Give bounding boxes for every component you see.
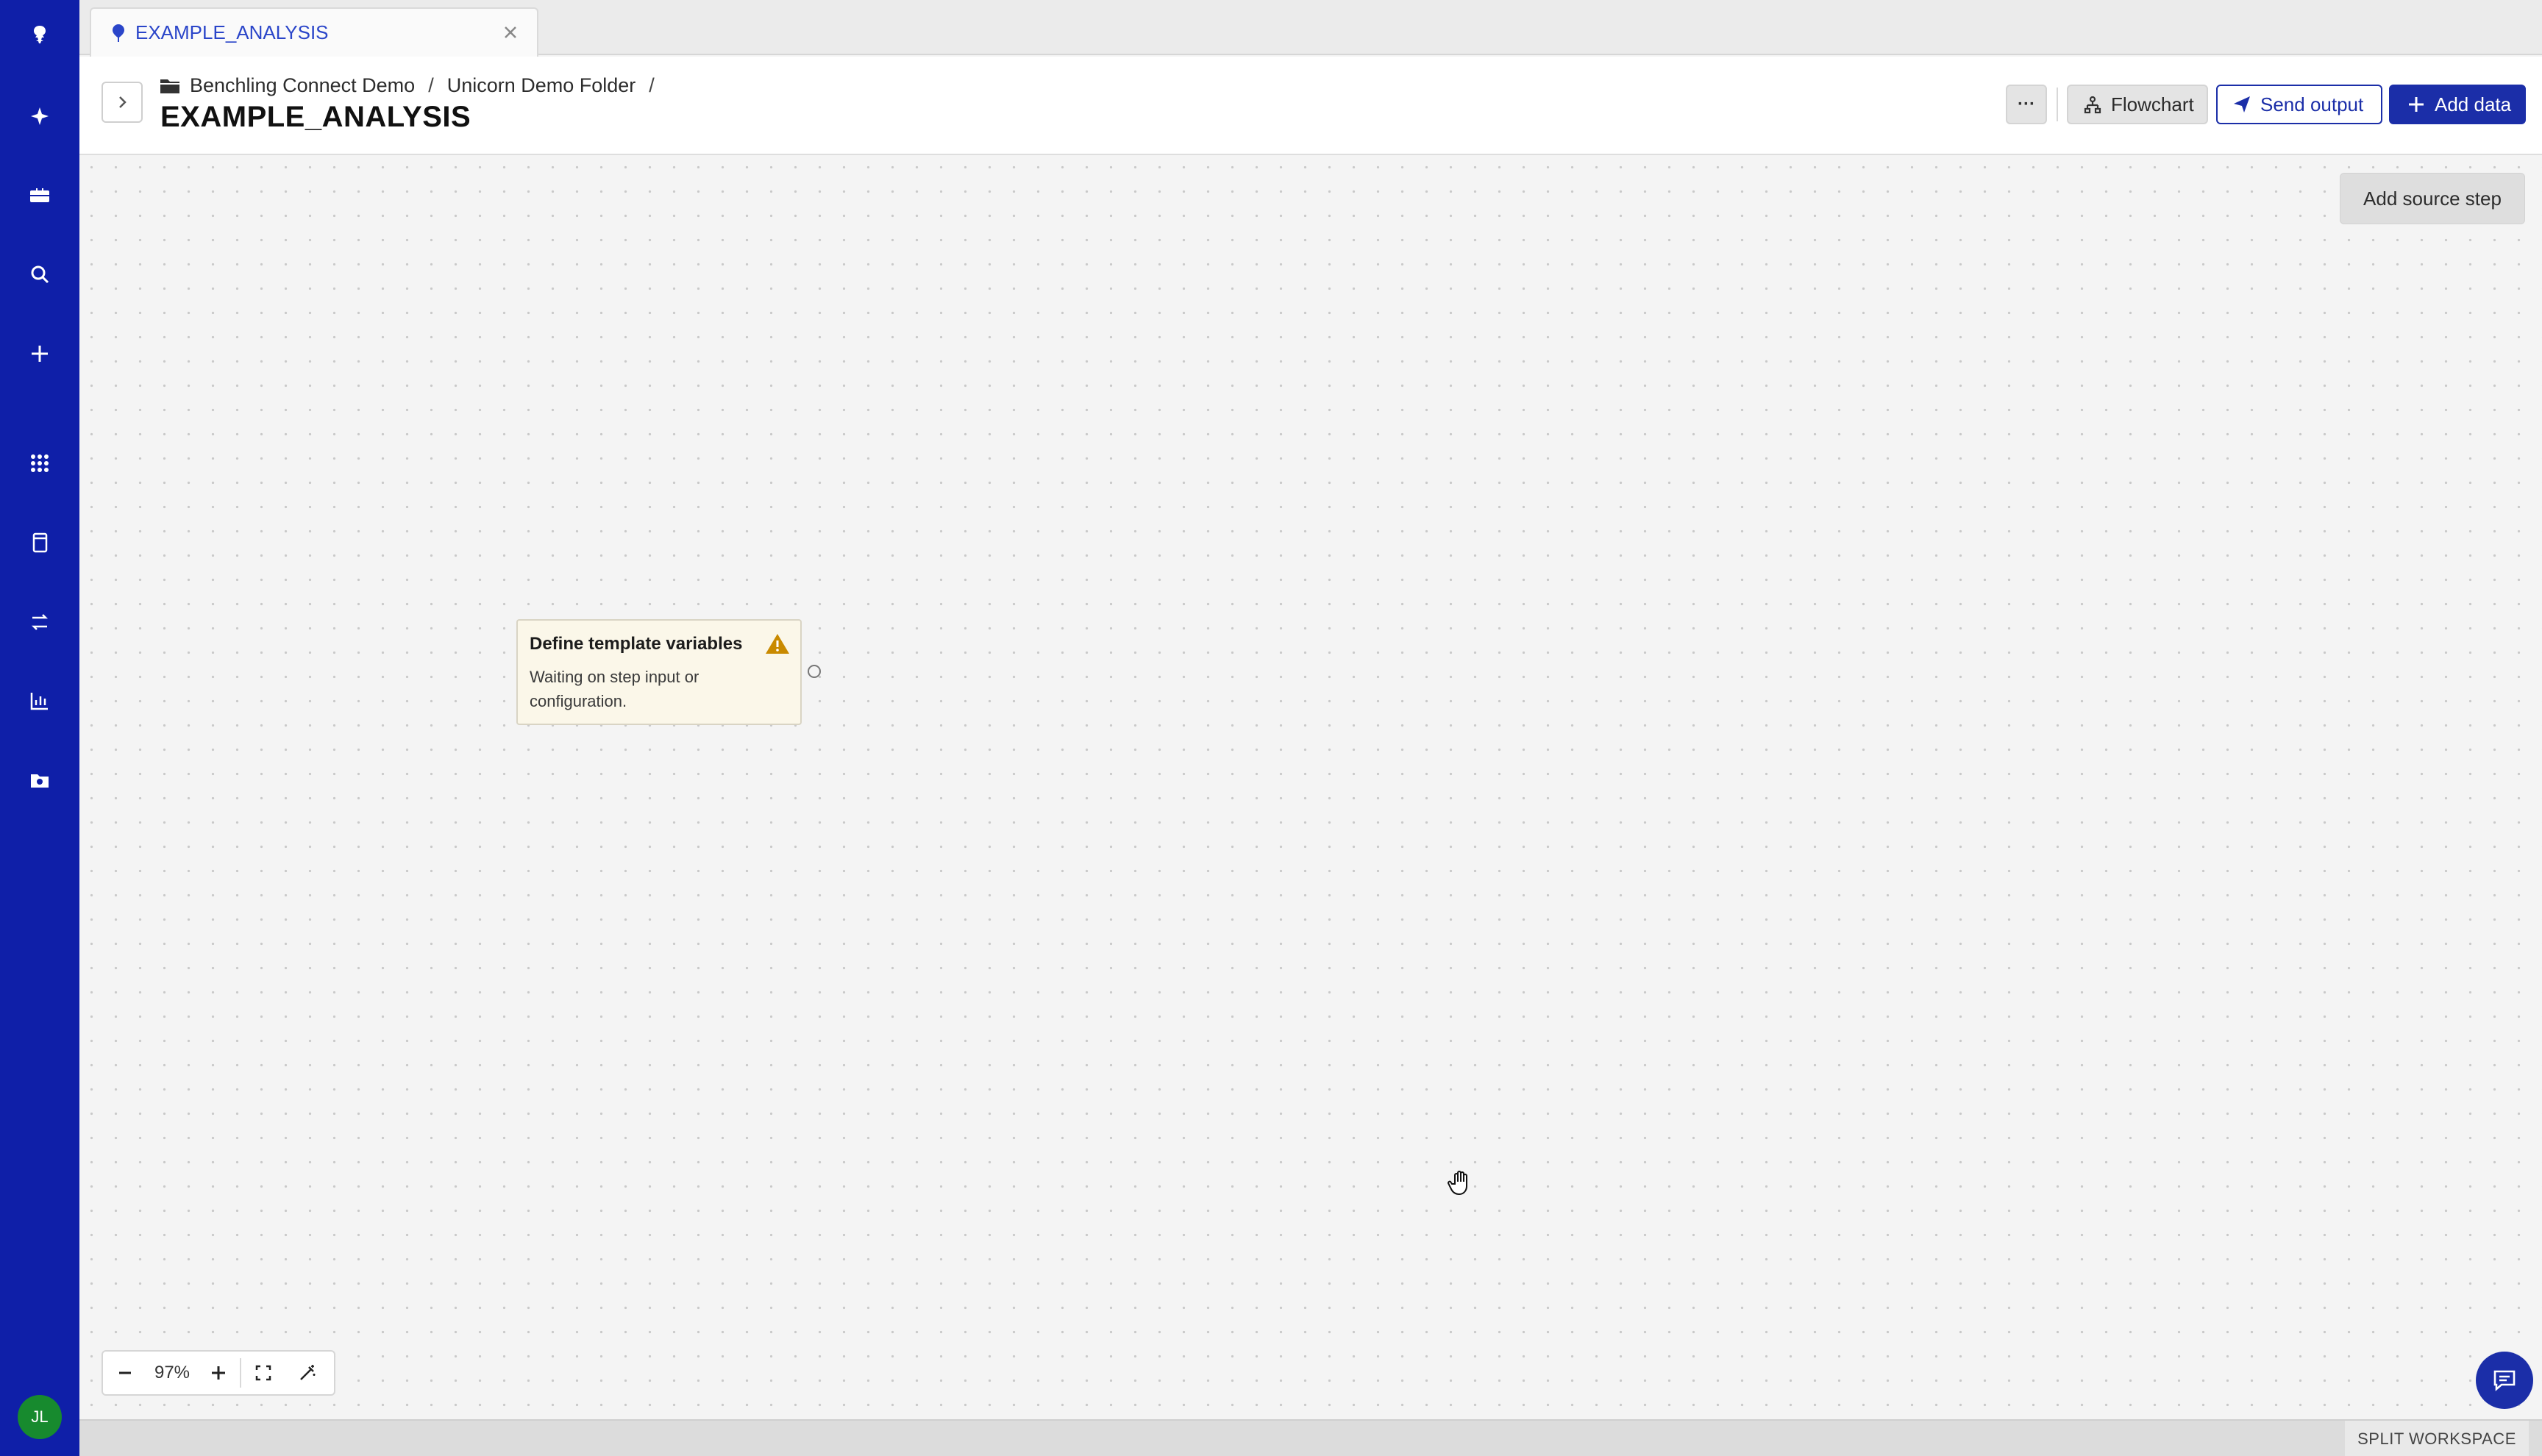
zoom-out-button[interactable] [103, 1352, 147, 1394]
breadcrumb-separator: / [649, 74, 655, 96]
send-output-button[interactable]: Send output [2216, 85, 2382, 124]
sparkle-icon[interactable] [0, 94, 79, 138]
breadcrumb-item-folder[interactable]: Unicorn Demo Folder [447, 74, 636, 97]
notebook-icon[interactable] [0, 521, 79, 565]
send-output-label: Send output [2260, 93, 2364, 115]
auto-layout-button[interactable] [285, 1352, 330, 1394]
pin-icon [113, 24, 124, 42]
chart-icon[interactable] [0, 679, 79, 723]
zoom-controls: 97% [102, 1350, 335, 1396]
split-workspace-button[interactable]: SPLIT WORKSPACE [2345, 1421, 2529, 1456]
add-data-label: Add data [2435, 93, 2512, 115]
magic-wand-icon [300, 1365, 316, 1380]
node-output-port[interactable] [808, 665, 821, 678]
plus-icon[interactable] [0, 332, 79, 376]
flowchart-label: Flowchart [2111, 93, 2194, 115]
tab-label: EXAMPLE_ANALYSIS [135, 21, 329, 43]
flowchart-icon [2084, 96, 2101, 114]
add-data-button[interactable]: Add data [2389, 85, 2526, 124]
benchling-logo-icon[interactable] [0, 13, 79, 57]
page-title: EXAMPLE_ANALYSIS [160, 101, 471, 133]
flowchart-button[interactable]: Flowchart [2067, 85, 2208, 124]
more-options-button[interactable]: ··· [2006, 85, 2047, 124]
fullscreen-icon [255, 1365, 271, 1381]
minus-icon [119, 1371, 131, 1374]
apps-grid-icon[interactable] [0, 441, 79, 485]
bottom-bar: SPLIT WORKSPACE [79, 1419, 2542, 1456]
expand-panel-button[interactable] [102, 82, 143, 123]
zoom-in-button[interactable] [197, 1352, 240, 1394]
chat-icon [2493, 1370, 2516, 1391]
zoom-level: 97% [154, 1363, 191, 1382]
add-source-step-button[interactable]: Add source step [2340, 173, 2525, 224]
folder-camera-icon[interactable] [0, 758, 79, 802]
paper-plane-icon [2234, 96, 2250, 113]
chat-support-button[interactable] [2476, 1352, 2533, 1409]
tab-example-analysis[interactable]: EXAMPLE_ANALYSIS [90, 7, 538, 57]
user-avatar[interactable]: JL [18, 1395, 62, 1439]
plus-icon [2409, 97, 2424, 112]
close-icon[interactable] [499, 21, 522, 44]
fit-view-button[interactable] [241, 1352, 285, 1394]
flow-canvas[interactable] [79, 155, 2542, 1419]
breadcrumb-separator: / [428, 74, 434, 96]
breadcrumb: Benchling Connect Demo / Unicorn Demo Fo… [159, 74, 668, 97]
toolbar-divider [2057, 88, 2058, 121]
breadcrumb-item-project[interactable]: Benchling Connect Demo [190, 74, 415, 97]
left-sidebar: JL [0, 0, 79, 1456]
chevron-right-icon [119, 96, 127, 108]
node-description: Waiting on step input or configuration. [530, 668, 699, 710]
plus-icon [212, 1366, 225, 1380]
warning-icon [766, 634, 789, 654]
folder-icon [160, 79, 179, 93]
step-node-define-template-variables[interactable]: Define template variables Waiting on ste… [516, 619, 802, 725]
briefcase-icon[interactable] [0, 173, 79, 217]
search-icon[interactable] [0, 252, 79, 296]
node-title: Define template variables [530, 634, 743, 654]
hand-cursor-icon [1448, 1171, 1467, 1196]
workflow-icon[interactable] [0, 600, 79, 644]
tab-bar: EXAMPLE_ANALYSIS [79, 0, 2542, 57]
ellipsis-icon: ··· [2018, 94, 2035, 114]
